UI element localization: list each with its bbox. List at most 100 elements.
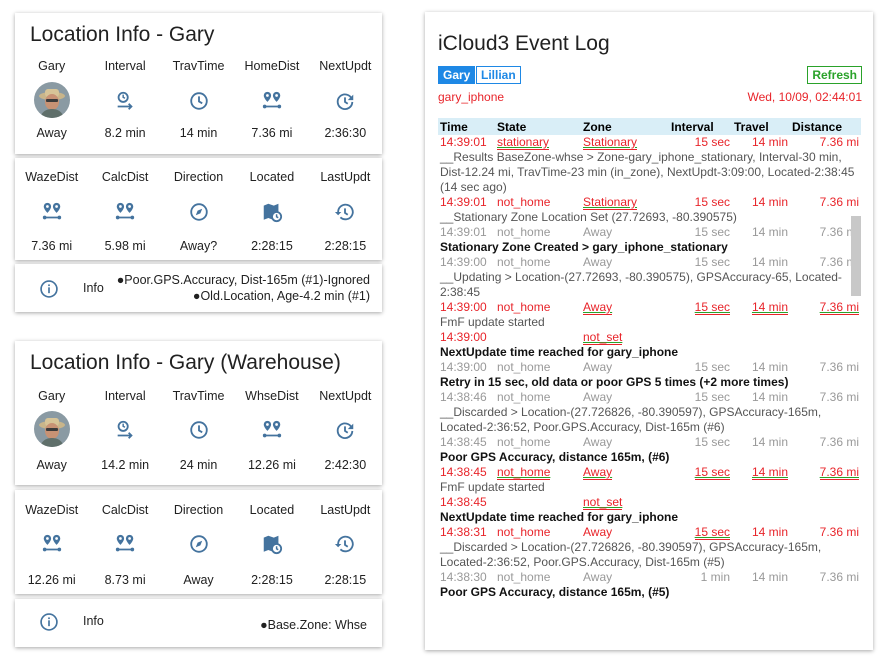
sensor-gary[interactable]: Gary Away xyxy=(15,389,88,479)
sensor-wazedist[interactable]: WazeDist 7.36 mi xyxy=(15,170,88,260)
sensor-located[interactable]: Located 2:28:15 xyxy=(235,170,308,260)
location-info-card-warehouse-row2: WazeDist 12.26 mi CalcDist 8.73 mi Direction… xyxy=(15,490,382,594)
card-title: Location Info - Gary (Warehouse) xyxy=(30,351,341,374)
col-state: State xyxy=(495,118,581,135)
event-log-table: Time State Zone Interval Travel Distance… xyxy=(438,118,861,600)
sensor-direction[interactable]: Direction Away xyxy=(162,503,235,593)
info-line-1: ●Base.Zone: Whse xyxy=(260,618,367,632)
col-travel: Travel xyxy=(732,118,790,135)
log-cell-zone: Away xyxy=(581,390,669,405)
log-text: 14 min xyxy=(751,135,788,149)
sensor-calcdist[interactable]: CalcDist 5.98 mi xyxy=(88,170,161,260)
log-cell-distance: 7.36 mi xyxy=(790,390,861,405)
col-distance: Distance xyxy=(790,118,861,135)
tab-lillian[interactable]: Lillian xyxy=(476,66,521,84)
log-fmf-message: FmF update started xyxy=(438,315,861,330)
sensor-value: 14 min xyxy=(179,126,218,140)
sensor-nextupdt[interactable]: NextUpdt 2:42:30 xyxy=(309,389,382,479)
log-cell-interval: 15 sec xyxy=(669,195,732,210)
card-title: Location Info - Gary xyxy=(30,23,215,46)
log-text: not_home xyxy=(497,225,551,239)
log-text: 14 min xyxy=(751,465,788,480)
log-header-row: Time State Zone Interval Travel Distance xyxy=(438,118,861,135)
info-card-gary[interactable]: Info ●Poor.GPS.Accuracy, Dist-165m (#1)-… xyxy=(15,264,382,312)
tab-gary[interactable]: Gary xyxy=(438,66,476,84)
log-cell-distance xyxy=(790,495,861,510)
log-cell-state: stationary xyxy=(495,135,581,150)
log-text: 14 min xyxy=(751,570,788,584)
info-label: Info xyxy=(83,281,104,295)
log-cell-distance: 7.36 mi xyxy=(790,465,861,480)
log-cell-time: 14:39:01 xyxy=(438,225,495,240)
log-cell-state: not_home xyxy=(495,525,581,540)
log-text: 15 sec xyxy=(694,255,730,269)
update-icon xyxy=(334,90,356,112)
sensor-value: 5.98 mi xyxy=(104,239,146,253)
log-cell-zone: Away xyxy=(581,465,669,480)
sensor-interval[interactable]: Interval 14.2 min xyxy=(88,389,161,479)
log-cell-distance: 7.36 mi xyxy=(790,570,861,585)
log-text: not_home xyxy=(497,525,551,539)
log-text: 14 min xyxy=(751,255,788,269)
log-cell-travel: 14 min xyxy=(732,570,790,585)
sensor-value: 8.2 min xyxy=(104,126,146,140)
log-row: 14:39:00 not_home Away 15 sec 14 min 7.36 mi xyxy=(438,255,861,270)
log-cell-time: 14:38:46 xyxy=(438,390,495,405)
log-cell-zone: not_set xyxy=(581,330,669,345)
sensor-interval[interactable]: Interval 8.2 min xyxy=(88,59,161,149)
avatar xyxy=(33,82,70,118)
log-text: 14 min xyxy=(751,390,788,404)
log-cell-time: 14:39:00 xyxy=(438,300,495,315)
sensor-travtime[interactable]: TravTime 14 min xyxy=(162,59,235,149)
log-text: not_home xyxy=(497,360,551,374)
log-cell-zone: Stationary xyxy=(581,195,669,210)
log-text: 14:38:45 xyxy=(440,435,487,449)
log-text: 14 min xyxy=(751,225,788,239)
log-text: 14:38:30 xyxy=(440,570,487,584)
log-message-text: NextUpdate time reached for gary_iphone xyxy=(440,510,679,524)
log-cell-distance: 7.36 mi xyxy=(790,435,861,450)
sensor-located[interactable]: Located 2:28:15 xyxy=(235,503,308,593)
log-message: __Updating > Location-(27.72693, -80.390… xyxy=(438,270,861,300)
info-line-1: ●Poor.GPS.Accuracy, Dist-165m (#1)-Ignor… xyxy=(116,273,370,287)
log-message: __Discarded > Location-(27.726826, -80.3… xyxy=(438,405,861,435)
sensor-value: Away? xyxy=(179,239,218,253)
clock-icon xyxy=(188,90,210,112)
sensor-label: WazeDist xyxy=(25,503,79,517)
scrollbar-thumb[interactable] xyxy=(851,216,861,296)
log-body: 14:39:01 stationary Stationary 15 sec 14 min… xyxy=(438,135,861,600)
sensor-direction[interactable]: Direction Away? xyxy=(162,170,235,260)
sensor-travtime[interactable]: TravTime 24 min xyxy=(162,389,235,479)
sensor-gary[interactable]: Gary Away xyxy=(15,59,88,149)
sensor-lastupdt[interactable]: LastUpdt 2:28:15 xyxy=(309,503,382,593)
log-text: 7.36 mi xyxy=(819,525,859,539)
log-text: not_home xyxy=(497,390,551,404)
sensor-label: WhseDist xyxy=(245,389,299,403)
log-text: 7.36 mi xyxy=(819,300,859,315)
map-marker-distance-icon xyxy=(261,419,283,441)
log-text: not_home xyxy=(497,300,551,314)
event-log-title: iCloud3 Event Log xyxy=(438,32,610,55)
sensor-label: Direction xyxy=(173,170,224,184)
log-text: not_home xyxy=(497,255,551,269)
sensor-wazedist[interactable]: WazeDist 12.26 mi xyxy=(15,503,88,593)
log-cell-distance: 7.36 mi xyxy=(790,195,861,210)
log-scroll-area[interactable]: Time State Zone Interval Travel Distance… xyxy=(438,118,861,634)
log-text: not_home xyxy=(497,195,551,209)
map-clock-icon xyxy=(261,533,283,555)
sensor-homedist[interactable]: HomeDist 7.36 mi xyxy=(235,59,308,149)
log-event-message: Stationary Zone Created > gary_iphone_st… xyxy=(438,240,861,255)
log-text: 7.36 mi xyxy=(819,390,859,404)
info-card-warehouse[interactable]: Info ●Base.Zone: Whse xyxy=(15,599,382,647)
log-text: 15 sec xyxy=(694,300,730,315)
sensor-value: 24 min xyxy=(179,458,218,472)
sensor-calcdist[interactable]: CalcDist 8.73 mi xyxy=(88,503,161,593)
sensor-label: NextUpdt xyxy=(319,59,372,73)
log-cell-state: not_home xyxy=(495,435,581,450)
refresh-button[interactable]: Refresh xyxy=(807,66,862,84)
log-event-message: Poor GPS Accuracy, distance 165m, (#6) xyxy=(438,450,861,465)
sensor-nextupdt[interactable]: NextUpdt 2:36:30 xyxy=(309,59,382,149)
sensor-lastupdt[interactable]: LastUpdt 2:28:15 xyxy=(309,170,382,260)
sensor-whsedist[interactable]: WhseDist 12.26 mi xyxy=(235,389,308,479)
log-message-text: FmF update started xyxy=(440,480,545,494)
